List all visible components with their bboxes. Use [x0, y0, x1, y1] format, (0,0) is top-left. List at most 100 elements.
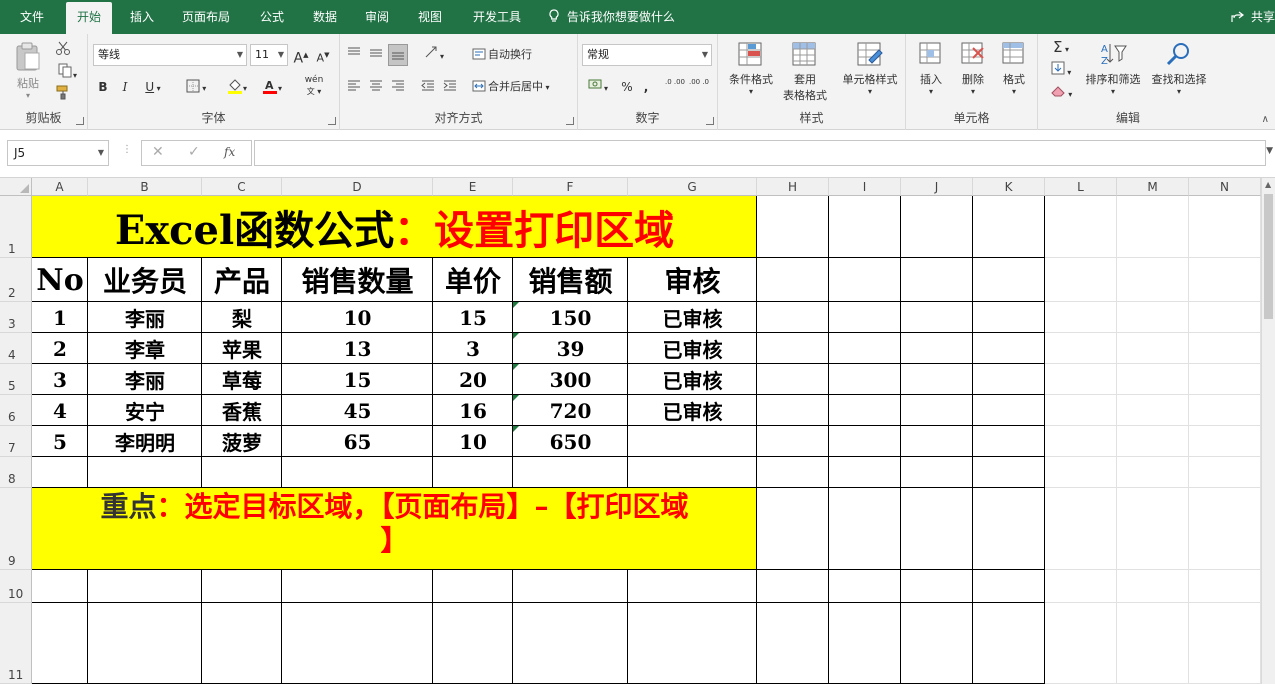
clipboard-launcher[interactable]	[76, 117, 84, 125]
column-header-l[interactable]: L	[1045, 178, 1117, 196]
alignment-launcher[interactable]	[566, 117, 574, 125]
column-header-d[interactable]: D	[282, 178, 433, 196]
font-name-select[interactable]: 等线 ▼	[93, 44, 247, 66]
row-header-10[interactable]: 10	[0, 570, 32, 603]
cell-no[interactable]: 2	[32, 333, 88, 364]
note-cell[interactable]: 重点：选定目标区域，【页面布局】–【打印区域】	[32, 488, 757, 570]
collapse-ribbon-button[interactable]: ∧	[1262, 114, 1269, 125]
cell-status[interactable]	[628, 426, 757, 457]
tab-data[interactable]: 数据	[302, 0, 348, 34]
header-cell-quantity[interactable]: 销售数量	[282, 258, 433, 302]
tab-developer[interactable]: 开发工具	[462, 0, 532, 34]
copy-button[interactable]: ▾	[52, 62, 82, 80]
column-header-c[interactable]: C	[202, 178, 282, 196]
cell-product[interactable]: 梨	[202, 302, 282, 333]
fill-color-button[interactable]: ▾	[222, 76, 252, 98]
tab-formulas[interactable]: 公式	[248, 0, 296, 34]
cell-product[interactable]: 香蕉	[202, 395, 282, 426]
tab-insert[interactable]: 插入	[118, 0, 166, 34]
cell-amount[interactable]: 300	[513, 364, 628, 395]
font-size-select[interactable]: 11 ▼	[250, 44, 288, 66]
row-header-8[interactable]: 8	[0, 457, 32, 488]
column-header-i[interactable]: I	[829, 178, 901, 196]
enter-icon[interactable]: ✓	[188, 144, 200, 160]
autosum-button[interactable]: Σ ▾	[1044, 36, 1078, 58]
column-header-k[interactable]: K	[973, 178, 1045, 196]
column-header-f[interactable]: F	[513, 178, 628, 196]
cell-salesperson[interactable]: 李丽	[88, 364, 202, 395]
column-header-g[interactable]: G	[628, 178, 757, 196]
align-center-button[interactable]	[366, 76, 386, 98]
header-cell-product[interactable]: 产品	[202, 258, 282, 302]
cell-product[interactable]: 草莓	[202, 364, 282, 395]
decrease-decimal-button[interactable]: .00 .0	[688, 76, 710, 98]
column-header-e[interactable]: E	[433, 178, 513, 196]
tab-review[interactable]: 审阅	[354, 0, 400, 34]
align-top-button[interactable]	[344, 44, 364, 66]
cell-salesperson[interactable]: 李丽	[88, 302, 202, 333]
formula-input[interactable]	[254, 140, 1266, 166]
cell-styles-button[interactable]: 单元格样式 ▾	[836, 40, 904, 104]
cell-quantity[interactable]: 45	[282, 395, 433, 426]
column-header-m[interactable]: M	[1117, 178, 1189, 196]
cell-quantity[interactable]: 65	[282, 426, 433, 457]
underline-button[interactable]: U ▾	[138, 76, 168, 98]
cell-amount[interactable]: 39	[513, 333, 628, 364]
cell-price[interactable]: 3	[433, 333, 513, 364]
cancel-icon[interactable]: ✕	[152, 144, 164, 160]
conditional-formatting-button[interactable]: 条件格式 ▾	[722, 40, 780, 104]
borders-button[interactable]: ▾	[178, 76, 214, 98]
cell-salesperson[interactable]: 李明明	[88, 426, 202, 457]
wrap-text-button[interactable]: 自动换行	[472, 44, 552, 66]
increase-indent-button[interactable]	[440, 76, 460, 98]
column-header-h[interactable]: H	[757, 178, 829, 196]
row-header-4[interactable]: 4	[0, 333, 32, 364]
row-header-9[interactable]: 9	[0, 488, 32, 570]
tab-home[interactable]: 开始	[66, 2, 112, 36]
cell-amount[interactable]: 720	[513, 395, 628, 426]
row-header-1[interactable]: 1	[0, 196, 32, 258]
decrease-indent-button[interactable]	[418, 76, 438, 98]
column-header-a[interactable]: A	[32, 178, 88, 196]
increase-decimal-button[interactable]: .0 .00	[664, 76, 686, 98]
cell-product[interactable]: 菠萝	[202, 426, 282, 457]
row-header-7[interactable]: 7	[0, 426, 32, 457]
fill-button[interactable]: ▾	[1044, 60, 1078, 82]
cell-price[interactable]: 20	[433, 364, 513, 395]
insert-cells-button[interactable]: 插入 ▾	[910, 40, 952, 104]
header-cell-amount[interactable]: 销售额	[513, 258, 628, 302]
column-header-j[interactable]: J	[901, 178, 973, 196]
cell-no[interactable]: 3	[32, 364, 88, 395]
row-header-11[interactable]: 11	[0, 603, 32, 684]
cell-no[interactable]: 4	[32, 395, 88, 426]
share-button[interactable]: 共享	[1227, 0, 1275, 34]
grow-font-button[interactable]: A▲	[292, 44, 310, 67]
cell-quantity[interactable]: 13	[282, 333, 433, 364]
find-select-button[interactable]: 查找和选择 ▾	[1146, 40, 1212, 104]
clear-button[interactable]: ▾	[1044, 82, 1078, 104]
tab-page-layout[interactable]: 页面布局	[172, 0, 240, 34]
header-cell-price[interactable]: 单价	[433, 258, 513, 302]
cell-amount[interactable]: 150	[513, 302, 628, 333]
scroll-thumb[interactable]	[1264, 194, 1273, 319]
align-bottom-button[interactable]	[388, 44, 408, 66]
column-header-n[interactable]: N	[1189, 178, 1261, 196]
tab-view[interactable]: 视图	[406, 0, 454, 34]
delete-cells-button[interactable]: 删除 ▾	[952, 40, 994, 104]
orientation-button[interactable]: ▾	[420, 44, 448, 66]
paste-button[interactable]: 粘贴 ▾	[10, 40, 46, 100]
row-header-2[interactable]: 2	[0, 258, 32, 302]
sort-filter-button[interactable]: AZ 排序和筛选 ▾	[1080, 40, 1146, 104]
insert-function-icon[interactable]: fx	[224, 145, 235, 159]
scroll-up-icon[interactable]: ▲	[1265, 180, 1271, 189]
cell-quantity[interactable]: 10	[282, 302, 433, 333]
font-launcher[interactable]	[328, 117, 336, 125]
cell-status[interactable]: 已审核	[628, 364, 757, 395]
row-header-3[interactable]: 3	[0, 302, 32, 333]
align-middle-button[interactable]	[366, 44, 386, 66]
cell-price[interactable]: 16	[433, 395, 513, 426]
cell-salesperson[interactable]: 李章	[88, 333, 202, 364]
cell-product[interactable]: 苹果	[202, 333, 282, 364]
align-right-button[interactable]	[388, 76, 408, 98]
font-color-button[interactable]: A ▾	[258, 76, 286, 98]
